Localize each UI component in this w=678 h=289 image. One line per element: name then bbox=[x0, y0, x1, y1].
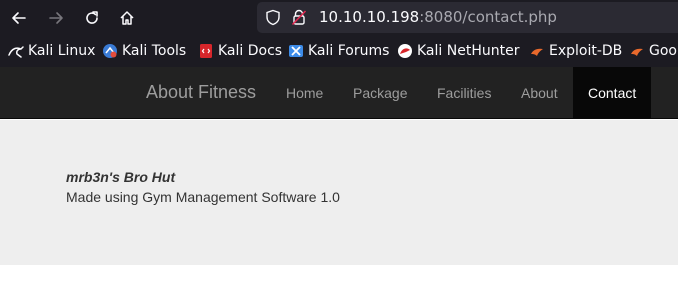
site-name: mrb3n's Bro Hut bbox=[66, 169, 176, 185]
shield-icon[interactable] bbox=[265, 9, 281, 26]
reload-icon bbox=[86, 11, 98, 24]
nav-link-contact[interactable]: Contact bbox=[573, 67, 652, 119]
bookmark-label: Kali Docs bbox=[218, 43, 283, 59]
forward-button[interactable] bbox=[43, 6, 69, 30]
kali-docs-icon bbox=[198, 43, 214, 59]
nav-link-about[interactable]: About bbox=[521, 67, 558, 119]
bookmark-kali-docs[interactable]: Kali Docs bbox=[198, 43, 282, 59]
kali-forums-icon bbox=[288, 43, 304, 59]
kali-linux-icon bbox=[8, 43, 24, 59]
url-text[interactable]: 10.10.10.198:8080/contact.php bbox=[319, 8, 557, 26]
google-hacking-db-icon bbox=[629, 43, 645, 59]
arrow-left-icon bbox=[12, 12, 26, 24]
contact-jumbotron: mrb3n's Bro Hut Made using Gym Managemen… bbox=[0, 120, 678, 265]
url-host: 10.10.10.198 bbox=[319, 8, 420, 26]
browser-toolbar: 10.10.10.198:8080/contact.php bbox=[0, 0, 678, 36]
bookmark-kali-tools[interactable]: Kali Tools bbox=[102, 43, 186, 59]
bookmark-label: Kali NetHunter bbox=[417, 43, 520, 59]
kali-nethunter-icon bbox=[397, 43, 413, 59]
exploit-db-icon bbox=[529, 43, 545, 59]
nav-link-package[interactable]: Package bbox=[353, 67, 407, 119]
url-bar[interactable]: 10.10.10.198:8080/contact.php bbox=[257, 2, 678, 33]
nav-link-home[interactable]: Home bbox=[286, 67, 323, 119]
bookmark-kali-linux[interactable]: Kali Linux bbox=[8, 43, 95, 59]
site-navbar: About Fitness Home Package Facilities Ab… bbox=[0, 67, 678, 119]
site-brand[interactable]: About Fitness bbox=[146, 82, 256, 103]
bookmark-label: Kali Tools bbox=[122, 43, 187, 59]
software-credit: Made using Gym Management Software 1.0 bbox=[66, 189, 340, 205]
bookmarks-bar: Kali Linux Kali Tools Kali Docs Kali For… bbox=[0, 36, 678, 67]
bookmark-label: Exploit-DB bbox=[549, 43, 623, 59]
home-button[interactable] bbox=[114, 6, 140, 30]
url-path: :8080/contact.php bbox=[419, 8, 557, 26]
insecure-lock-icon[interactable] bbox=[291, 9, 307, 26]
bookmark-exploit-db[interactable]: Exploit-DB bbox=[529, 43, 622, 59]
back-button[interactable] bbox=[6, 6, 32, 30]
bookmark-kali-forums[interactable]: Kali Forums bbox=[288, 43, 389, 59]
home-icon bbox=[120, 11, 134, 25]
nav-link-facilities[interactable]: Facilities bbox=[437, 67, 491, 119]
kali-tools-icon bbox=[102, 43, 118, 59]
bookmark-google-hacking-db[interactable]: Goo bbox=[629, 43, 677, 59]
arrow-right-icon bbox=[49, 12, 63, 24]
bookmark-label: Kali Forums bbox=[308, 43, 390, 59]
bookmark-label: Goo bbox=[649, 43, 677, 59]
bookmark-label: Kali Linux bbox=[28, 43, 96, 59]
bookmark-kali-nethunter[interactable]: Kali NetHunter bbox=[397, 43, 519, 59]
reload-button[interactable] bbox=[79, 6, 105, 30]
